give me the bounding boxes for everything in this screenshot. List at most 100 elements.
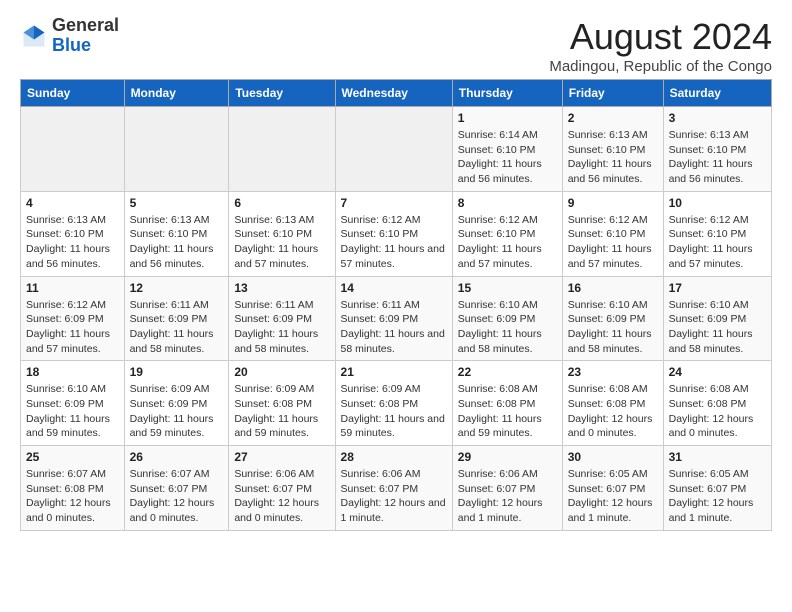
column-header-wednesday: Wednesday [335,80,452,107]
day-number: 10 [669,196,766,210]
day-info: Sunrise: 6:09 AMSunset: 6:08 PMDaylight:… [234,382,329,441]
calendar-cell: 6 Sunrise: 6:13 AMSunset: 6:10 PMDaylight… [229,191,335,276]
calendar-cell: 25 Sunrise: 6:07 AMSunset: 6:08 PMDayligh… [21,446,125,531]
calendar-cell: 19Sunrise: 6:09 AMSunset: 6:09 PMDayligh… [124,361,229,446]
calendar-cell: 1 Sunrise: 6:14 AMSunset: 6:10 PMDaylight… [452,107,562,192]
calendar-cell: 5 Sunrise: 6:13 AMSunset: 6:10 PMDaylight… [124,191,229,276]
calendar-cell: 22 Sunrise: 6:08 AMSunset: 6:08 PMDayligh… [452,361,562,446]
day-info: Sunrise: 6:06 AMSunset: 6:07 PMDaylight:… [234,467,329,526]
day-number: 19 [130,365,224,379]
day-number: 6 [234,196,329,210]
day-info: Sunrise: 6:10 AMSunset: 6:09 PMDaylight:… [458,298,557,357]
logo-blue-text: Blue [52,35,91,55]
day-info: Sunrise: 6:08 AMSunset: 6:08 PMDaylight:… [568,382,658,441]
day-info: Sunrise: 6:12 AMSunset: 6:10 PMDaylight:… [669,213,766,272]
calendar-cell: 12 Sunrise: 6:11 AMSunset: 6:09 PMDayligh… [124,276,229,361]
day-info: Sunrise: 6:14 AMSunset: 6:10 PMDaylight:… [458,128,557,187]
column-header-tuesday: Tuesday [229,80,335,107]
day-number: 27 [234,450,329,464]
day-info: Sunrise: 6:10 AMSunset: 6:09 PMDaylight:… [568,298,658,357]
day-info: Sunrise: 6:12 AMSunset: 6:09 PMDaylight:… [26,298,119,357]
column-header-thursday: Thursday [452,80,562,107]
calendar-week-row: 4Sunrise: 6:13 AMSunset: 6:10 PMDaylight… [21,191,772,276]
day-number: 30 [568,450,658,464]
page-header: General Blue August 2024 Madingou, Repub… [20,16,772,75]
calendar-cell: 24 Sunrise: 6:08 AMSunset: 6:08 PMDayligh… [663,361,771,446]
calendar-cell: 2 Sunrise: 6:13 AMSunset: 6:10 PMDaylight… [562,107,663,192]
day-info: Sunrise: 6:06 AMSunset: 6:07 PMDaylight:… [458,467,557,526]
calendar-cell: 7Sunrise: 6:12 AMSunset: 6:10 PMDaylight… [335,191,452,276]
logo-general-text: General [52,15,119,35]
column-header-sunday: Sunday [21,80,125,107]
day-info: Sunrise: 6:05 AMSunset: 6:07 PMDaylight:… [568,467,658,526]
calendar-cell: 13Sunrise: 6:11 AMSunset: 6:09 PMDayligh… [229,276,335,361]
day-number: 16 [568,281,658,295]
day-number: 8 [458,196,557,210]
day-info: Sunrise: 6:12 AMSunset: 6:10 PMDaylight:… [458,213,557,272]
day-info: Sunrise: 6:07 AMSunset: 6:08 PMDaylight:… [26,467,119,526]
calendar-cell [335,107,452,192]
day-number: 13 [234,281,329,295]
day-info: Sunrise: 6:10 AMSunset: 6:09 PMDaylight:… [26,382,119,441]
calendar-cell: 30 Sunrise: 6:05 AMSunset: 6:07 PMDayligh… [562,446,663,531]
logo: General Blue [20,16,119,56]
day-info: Sunrise: 6:07 AMSunset: 6:07 PMDaylight:… [130,467,224,526]
calendar-cell: 27 Sunrise: 6:06 AMSunset: 6:07 PMDayligh… [229,446,335,531]
column-header-friday: Friday [562,80,663,107]
day-number: 3 [669,111,766,125]
day-number: 31 [669,450,766,464]
calendar-cell: 18Sunrise: 6:10 AMSunset: 6:09 PMDayligh… [21,361,125,446]
calendar-week-row: 25 Sunrise: 6:07 AMSunset: 6:08 PMDayligh… [21,446,772,531]
day-info: Sunrise: 6:08 AMSunset: 6:08 PMDaylight:… [458,382,557,441]
day-info: Sunrise: 6:13 AMSunset: 6:10 PMDaylight:… [669,128,766,187]
day-info: Sunrise: 6:08 AMSunset: 6:08 PMDaylight:… [669,382,766,441]
day-number: 5 [130,196,224,210]
title-block: August 2024 Madingou, Republic of the Co… [549,16,772,75]
day-info: Sunrise: 6:06 AMSunset: 6:07 PMDaylight:… [341,467,447,526]
day-info: Sunrise: 6:13 AMSunset: 6:10 PMDaylight:… [234,213,329,272]
calendar-cell: 21Sunrise: 6:09 AMSunset: 6:08 PMDayligh… [335,361,452,446]
column-header-saturday: Saturday [663,80,771,107]
day-number: 26 [130,450,224,464]
calendar-week-row: 1 Sunrise: 6:14 AMSunset: 6:10 PMDaylight… [21,107,772,192]
calendar-cell: 29Sunrise: 6:06 AMSunset: 6:07 PMDayligh… [452,446,562,531]
sub-title: Madingou, Republic of the Congo [549,58,772,75]
day-info: Sunrise: 6:13 AMSunset: 6:10 PMDaylight:… [130,213,224,272]
calendar-week-row: 11Sunrise: 6:12 AMSunset: 6:09 PMDayligh… [21,276,772,361]
calendar-cell: 10 Sunrise: 6:12 AMSunset: 6:10 PMDayligh… [663,191,771,276]
day-number: 2 [568,111,658,125]
calendar-cell: 26 Sunrise: 6:07 AMSunset: 6:07 PMDayligh… [124,446,229,531]
day-info: Sunrise: 6:10 AMSunset: 6:09 PMDaylight:… [669,298,766,357]
calendar-table: SundayMondayTuesdayWednesdayThursdayFrid… [20,79,772,531]
calendar-cell: 15 Sunrise: 6:10 AMSunset: 6:09 PMDayligh… [452,276,562,361]
calendar-cell: 20 Sunrise: 6:09 AMSunset: 6:08 PMDayligh… [229,361,335,446]
day-number: 12 [130,281,224,295]
calendar-cell: 11Sunrise: 6:12 AMSunset: 6:09 PMDayligh… [21,276,125,361]
calendar-cell: 23Sunrise: 6:08 AMSunset: 6:08 PMDayligh… [562,361,663,446]
day-number: 14 [341,281,447,295]
day-info: Sunrise: 6:12 AMSunset: 6:10 PMDaylight:… [341,213,447,272]
day-number: 22 [458,365,557,379]
day-number: 25 [26,450,119,464]
day-number: 20 [234,365,329,379]
day-number: 28 [341,450,447,464]
day-number: 21 [341,365,447,379]
calendar-cell: 16 Sunrise: 6:10 AMSunset: 6:09 PMDayligh… [562,276,663,361]
day-info: Sunrise: 6:11 AMSunset: 6:09 PMDaylight:… [130,298,224,357]
day-number: 15 [458,281,557,295]
column-header-monday: Monday [124,80,229,107]
day-number: 17 [669,281,766,295]
calendar-cell [21,107,125,192]
day-number: 1 [458,111,557,125]
calendar-week-row: 18Sunrise: 6:10 AMSunset: 6:09 PMDayligh… [21,361,772,446]
main-title: August 2024 [549,16,772,58]
calendar-cell [124,107,229,192]
day-info: Sunrise: 6:11 AMSunset: 6:09 PMDaylight:… [341,298,447,357]
calendar-cell [229,107,335,192]
calendar-cell: 14 Sunrise: 6:11 AMSunset: 6:09 PMDayligh… [335,276,452,361]
day-info: Sunrise: 6:13 AMSunset: 6:10 PMDaylight:… [568,128,658,187]
calendar-cell: 9Sunrise: 6:12 AMSunset: 6:10 PMDaylight… [562,191,663,276]
day-number: 24 [669,365,766,379]
calendar-cell: 8 Sunrise: 6:12 AMSunset: 6:10 PMDaylight… [452,191,562,276]
calendar-cell: 28 Sunrise: 6:06 AMSunset: 6:07 PMDayligh… [335,446,452,531]
